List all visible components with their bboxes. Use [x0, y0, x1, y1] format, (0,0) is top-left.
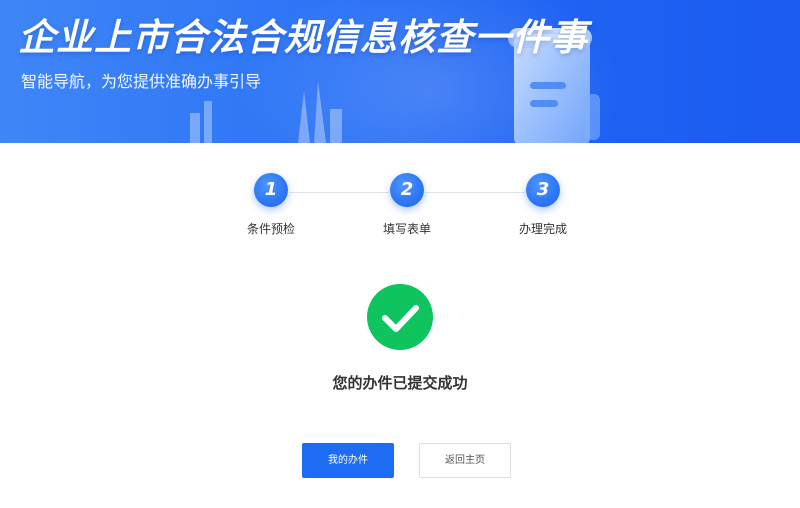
page-title: 企业上市合法合规信息核查一件事: [18, 16, 588, 59]
step-label: 办理完成: [518, 222, 567, 236]
page-subtitle: 智能导航，为您提供准确办事引导: [21, 72, 262, 91]
success-message: 您的办件已提交成功: [332, 374, 468, 392]
my-applications-button[interactable]: 我的办件: [302, 443, 394, 478]
step-label: 条件预检: [246, 222, 295, 236]
step-number-badge: 1: [254, 173, 288, 207]
header-banner: 企业上市合法合规信息核查一件事 智能导航，为您提供准确办事引导: [0, 0, 800, 143]
step-1: 1 条件预检: [221, 173, 321, 237]
step-3: 3 办理完成: [493, 173, 593, 237]
step-label: 填写表单: [382, 222, 431, 236]
submission-result: 您的办件已提交成功: [0, 284, 800, 394]
step-2: 2 填写表单: [357, 173, 457, 237]
return-home-button[interactable]: 返回主页: [419, 443, 511, 478]
check-circle-icon: [367, 284, 433, 350]
step-number-badge: 2: [390, 173, 424, 207]
step-number-badge: 3: [526, 173, 560, 207]
progress-steps: 1 条件预检 2 填写表单 3 办理完成: [0, 143, 800, 253]
